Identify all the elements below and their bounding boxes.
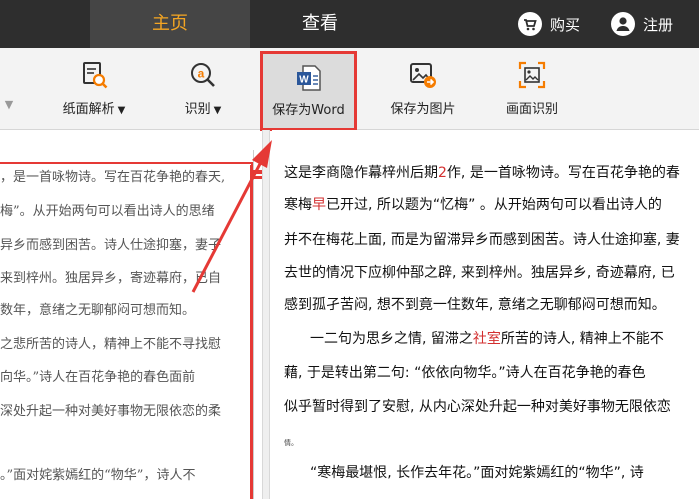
register-button[interactable]: 注册 (611, 12, 673, 36)
save-as-word-label: 保存为Word (272, 103, 345, 118)
cart-icon (518, 12, 542, 36)
paper-analyze-button[interactable]: 纸面解析 ▼ (52, 48, 136, 128)
overflow-caret: ▼ (4, 98, 14, 111)
screen-recognize-button[interactable]: 画面识别 (497, 48, 567, 128)
word-doc-icon: W (294, 63, 324, 93)
result-text-line: “寒梅最堪恨, 长作去年花。”面对姹紫嫣红的“物华”, 诗 (310, 465, 644, 481)
screen-capture-icon (517, 60, 547, 90)
document-scan-icon (79, 60, 109, 90)
panel-splitter[interactable] (262, 130, 270, 499)
result-text-line: 去世的情况下应柳仲郚之辟, 来到梓州。独居异乡, 奇迹幕府, 已 (284, 265, 675, 281)
region-marker-icon (252, 170, 262, 179)
result-text-line: 这是李商隐作幕梓州后期2作, 是一首咏物诗。写在百花争艳的春 (284, 165, 680, 181)
save-as-word-button[interactable]: W 保存为Word (260, 51, 357, 131)
result-text-line: 一二句为思乡之情, 留滞之社室所苦的诗人, 精神上不能不 (310, 331, 664, 347)
result-text-line: 感到孤孑苦闷, 想不到竟一住数年, 意绪之无聊郁闷可想而知。 (284, 297, 666, 313)
recognized-text-panel: 这是李商隐作幕梓州后期2作, 是一首咏物诗。写在百花争艳的春 寒梅早已开过, 所… (272, 130, 699, 499)
search-a-icon: a (188, 60, 218, 90)
toolbar-overflow-item[interactable]: ▼ (0, 48, 22, 128)
save-as-image-label: 保存为图片 (390, 102, 456, 117)
tab-view[interactable]: 查看 (250, 0, 390, 48)
result-text-line: 并不在梅花上面, 而是为留滞异乡而感到困苦。诗人仕途抑塞, 妻 (284, 232, 680, 248)
result-text-line: 寒梅早已开过, 所以题为“忆梅” 。从开始两句可以看出诗人的 (284, 197, 662, 213)
recognize-label: 识别 ▼ (184, 102, 222, 117)
register-label: 注册 (643, 15, 674, 34)
screen-recognize-label: 画面识别 (505, 102, 558, 117)
user-icon (611, 12, 635, 36)
top-bar: 主页 查看 购买 注册 (0, 0, 699, 48)
ribbon-toolbar: ▼ 纸面解析 ▼ a 识别 ▼ W 保存为Word 保存为图片 画面识别 (0, 48, 699, 131)
selection-frame (0, 162, 253, 499)
image-export-icon (408, 60, 438, 90)
svg-text:a: a (198, 67, 205, 81)
selection-edge (250, 165, 252, 499)
result-text-line: 藉, 于是转出第二句: “依依向物华。”诗人在百花争艳的春色 (284, 365, 646, 381)
recognize-button[interactable]: a 识别 ▼ (170, 48, 236, 128)
result-text-line: 情。 (284, 439, 298, 447)
buy-label: 购买 (550, 15, 581, 34)
tab-home[interactable]: 主页 (90, 0, 250, 48)
result-text-line: 似乎暂时得到了安慰, 从内心深处升起一种对美好事物无限依恋 (284, 399, 671, 415)
buy-button[interactable]: 购买 (518, 12, 580, 36)
paper-analyze-label: 纸面解析 ▼ (62, 102, 126, 117)
svg-text:W: W (299, 75, 309, 86)
save-as-image-button[interactable]: 保存为图片 (380, 48, 466, 128)
